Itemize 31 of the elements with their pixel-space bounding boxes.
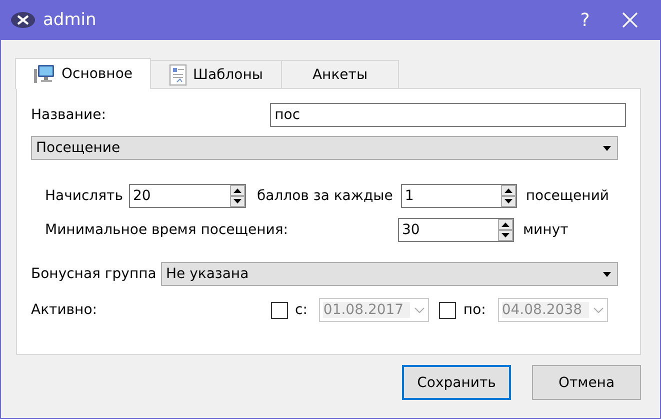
tab[interactable]: Основное [15, 58, 151, 89]
spin-arrows-icon[interactable] [230, 185, 245, 207]
type-dropdown[interactable]: Посещение [31, 136, 618, 160]
dropdown-caret-icon[interactable] [603, 146, 611, 150]
field-label: Активно: [31, 302, 98, 318]
checkbox-label: с: [295, 302, 308, 318]
dialog-button[interactable]: Сохранить [402, 365, 511, 400]
field-label: Бонусная группа [31, 266, 158, 282]
points-spinbox[interactable]: 20 [129, 184, 246, 208]
field-label: Минимальное время посещения: [45, 222, 289, 238]
name-field[interactable]: пос [270, 103, 626, 127]
window-title: admin [43, 10, 98, 30]
field-label: Название: [31, 107, 107, 123]
tab[interactable]: Шаблоны [150, 60, 282, 88]
checkbox-label: по: [463, 302, 486, 318]
help-button[interactable]: ? [562, 10, 608, 30]
document-icon [169, 64, 188, 86]
field-label: баллов за каждые [257, 188, 393, 204]
dropdown-caret-icon[interactable] [603, 272, 611, 276]
field-label: Начислять [45, 188, 124, 204]
unit-label: посещений [526, 188, 610, 204]
close-icon[interactable] [622, 12, 638, 28]
computer-icon [33, 64, 56, 84]
visits-spinbox[interactable]: 1 [400, 184, 517, 208]
unit-label: минут [523, 222, 568, 238]
tab[interactable]: Анкеты [281, 60, 399, 88]
bonus-group-dropdown[interactable]: Не указана [161, 262, 618, 286]
dialog-button[interactable]: Отмена [532, 365, 641, 400]
spin-arrows-icon[interactable] [500, 185, 516, 207]
spin-arrows-icon[interactable] [498, 219, 513, 241]
minutes-spinbox[interactable]: 30 [398, 218, 514, 242]
